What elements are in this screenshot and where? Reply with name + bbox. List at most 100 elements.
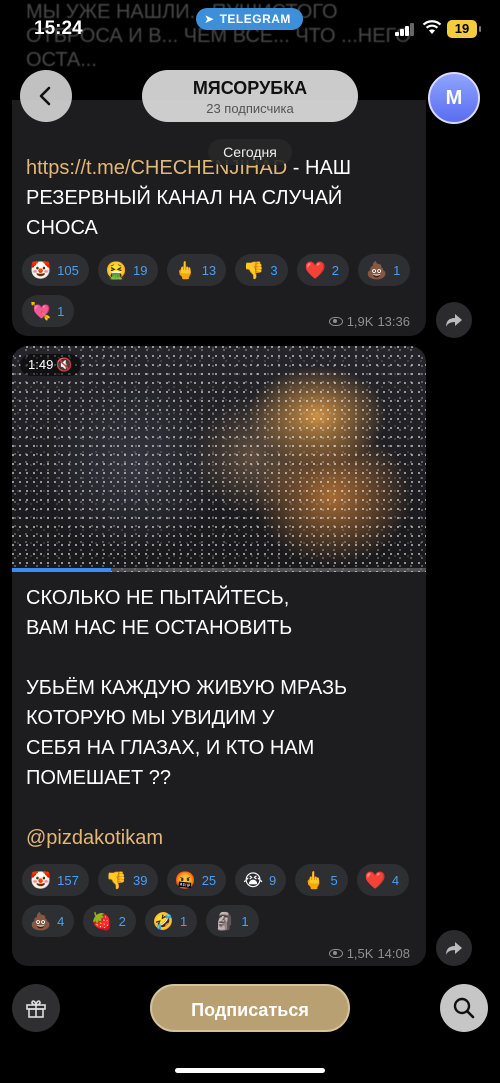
- share-button[interactable]: [436, 930, 472, 966]
- message-meta: 1,5K 14:08: [328, 946, 410, 961]
- view-count: 1,5K: [346, 946, 374, 961]
- clown-emoji-icon: 🤡: [30, 870, 52, 890]
- wifi-icon: [422, 20, 442, 34]
- message-line: РЕЗЕРВНЫЙ КАНАЛ НА СЛУЧАЙ: [26, 187, 343, 209]
- search-button[interactable]: [440, 984, 488, 1032]
- gift-icon: [26, 1000, 46, 1018]
- reaction-count: 2: [331, 262, 339, 278]
- middle-finger-emoji-icon: 🖕: [303, 870, 325, 890]
- cellular-signal-icon: [395, 22, 415, 36]
- message-line: СНОСА: [26, 217, 98, 239]
- reaction-count: 3: [270, 262, 278, 278]
- view-count: 1,9K: [346, 314, 374, 329]
- channel-name: МЯСОРУБКА: [192, 78, 308, 98]
- telegram-return-pill[interactable]: ➤ TELEGRAM: [196, 8, 303, 30]
- reaction-count: 1: [179, 913, 188, 929]
- message-line: УБЬЁМ КАЖДУЮ ЖИВУЮ МРАЗЬ: [26, 677, 348, 699]
- gift-button[interactable]: [12, 984, 60, 1032]
- message-meta: 1,9K 13:36: [328, 314, 410, 329]
- reaction-count: 25: [201, 872, 217, 888]
- middle-finger-emoji-icon: 🖕: [174, 260, 196, 280]
- chevron-left-icon: [39, 86, 51, 106]
- home-indicator: [175, 1068, 325, 1073]
- reaction-chip[interactable]: 👎 39: [97, 864, 158, 896]
- strawberry-emoji-icon: 🍓: [91, 911, 113, 931]
- reaction-count: 4: [391, 872, 400, 888]
- reaction-chip[interactable]: 🖕 13: [166, 254, 227, 286]
- reaction-chip[interactable]: 🤡 157: [22, 864, 89, 896]
- moai-emoji-icon: 🗿: [214, 911, 236, 931]
- reaction-count: 13: [201, 262, 217, 278]
- video-thumbnail[interactable]: 1:49 🔇: [12, 346, 426, 572]
- message-line: ВАМ НАС НЕ ОСТАНОВИТЬ: [26, 617, 293, 639]
- message-time: 14:08: [377, 946, 410, 961]
- share-button[interactable]: [436, 302, 472, 338]
- reaction-chip[interactable]: 👎 3: [235, 254, 288, 286]
- video-noise-overlay: [12, 346, 426, 572]
- reaction-chip[interactable]: 💩 4: [22, 905, 75, 937]
- message-line: КОТОРУЮ МЫ УВИДИМ У: [26, 707, 275, 729]
- reaction-count: 5: [330, 872, 338, 888]
- vomit-emoji-icon: 🤮: [105, 260, 128, 280]
- reaction-chip[interactable]: ❤️ 2: [296, 254, 349, 286]
- status-bar: 15:24 ➤ TELEGRAM 19: [0, 0, 500, 60]
- reaction-count: 39: [133, 872, 148, 888]
- message-text: СКОЛЬКО НЕ ПЫТАЙТЕСЬ, ВАМ НАС НЕ ОСТАНОВ…: [26, 583, 347, 853]
- message-line: СЕБЯ НА ГЛАЗАХ, И КТО НАМ: [26, 737, 315, 759]
- channel-title-pill[interactable]: МЯСОРУБКА 23 подписчика: [142, 70, 358, 122]
- reaction-chip[interactable]: 💘 1: [22, 295, 75, 327]
- subscribe-button[interactable]: Подписаться: [150, 984, 350, 1032]
- reaction-count: 19: [133, 262, 148, 278]
- reaction-chip[interactable]: 🍓 2: [83, 905, 136, 937]
- speaker-muted-icon: 🔇: [56, 357, 73, 372]
- avatar-letter: M: [445, 86, 463, 109]
- date-separator: Сегодня: [208, 139, 292, 165]
- reaction-chip[interactable]: 🤡 105: [22, 254, 89, 286]
- video-duration-badge[interactable]: 1:49 🔇: [20, 354, 81, 376]
- reaction-count: 2: [118, 913, 126, 929]
- reaction-count: 157: [57, 872, 79, 888]
- reaction-chip[interactable]: 💩 1: [357, 254, 411, 286]
- reaction-chip[interactable]: 🤣 1: [144, 905, 198, 937]
- message-line-blank: [26, 793, 347, 823]
- video-progress-fill: [12, 568, 112, 572]
- video-duration: 1:49: [28, 357, 54, 372]
- poop-emoji-icon: 💩: [30, 911, 52, 931]
- poop-emoji-icon: 💩: [365, 260, 388, 280]
- status-time: 15:24: [34, 18, 83, 39]
- rofl-emoji-icon: 🤣: [152, 911, 174, 931]
- subscriber-count: 23 подписчика: [206, 101, 294, 116]
- share-arrow-icon: [446, 314, 462, 327]
- heart-emoji-icon: ❤️: [304, 260, 326, 280]
- thumbs-down-emoji-icon: 👎: [243, 260, 265, 280]
- reaction-count: 9: [269, 872, 277, 888]
- mention-link[interactable]: @pizdakotikam: [26, 827, 163, 849]
- message-text: https://t.me/CHECHENJIHAD - НАШ РЕЗЕРВНЫ…: [26, 153, 351, 243]
- reaction-count: 1: [393, 262, 401, 278]
- battery-indicator: 19: [447, 20, 481, 38]
- channel-avatar[interactable]: M: [428, 72, 480, 124]
- message-time: 13:36: [377, 314, 410, 329]
- reaction-chip[interactable]: 😭 9: [235, 864, 287, 896]
- reaction-chip[interactable]: 🤬 25: [166, 864, 227, 896]
- reaction-count: 1: [241, 913, 249, 929]
- reaction-chip[interactable]: 🖕 5: [295, 864, 348, 896]
- share-arrow-icon: [446, 942, 462, 955]
- reaction-list: 🤡 157 👎 39 🤬 25 😭 9 🖕 5 ❤️ 4 💩 4 🍓 2 🤣 1 🗿 1: [22, 864, 418, 937]
- message-line-blank: [26, 643, 347, 673]
- reaction-chip[interactable]: ❤️ 4: [356, 864, 410, 896]
- crying-face-emoji-icon: 😭: [243, 870, 264, 890]
- reaction-count: 1: [57, 303, 65, 319]
- message-line: ПОМЕШАЕТ ??: [26, 767, 171, 789]
- search-icon: [453, 997, 475, 1019]
- back-button[interactable]: [20, 70, 72, 122]
- video-progress-track[interactable]: [12, 568, 426, 572]
- views-eye-icon: [328, 317, 343, 326]
- heart-emoji-icon: ❤️: [364, 870, 386, 890]
- clown-emoji-icon: 🤡: [30, 260, 52, 280]
- swearing-face-emoji-icon: 🤬: [174, 870, 196, 890]
- heart-arrow-emoji-icon: 💘: [30, 301, 52, 321]
- reaction-chip[interactable]: 🗿 1: [206, 905, 259, 937]
- message-line: - НАШ: [287, 157, 352, 179]
- reaction-chip[interactable]: 🤮 19: [97, 254, 158, 286]
